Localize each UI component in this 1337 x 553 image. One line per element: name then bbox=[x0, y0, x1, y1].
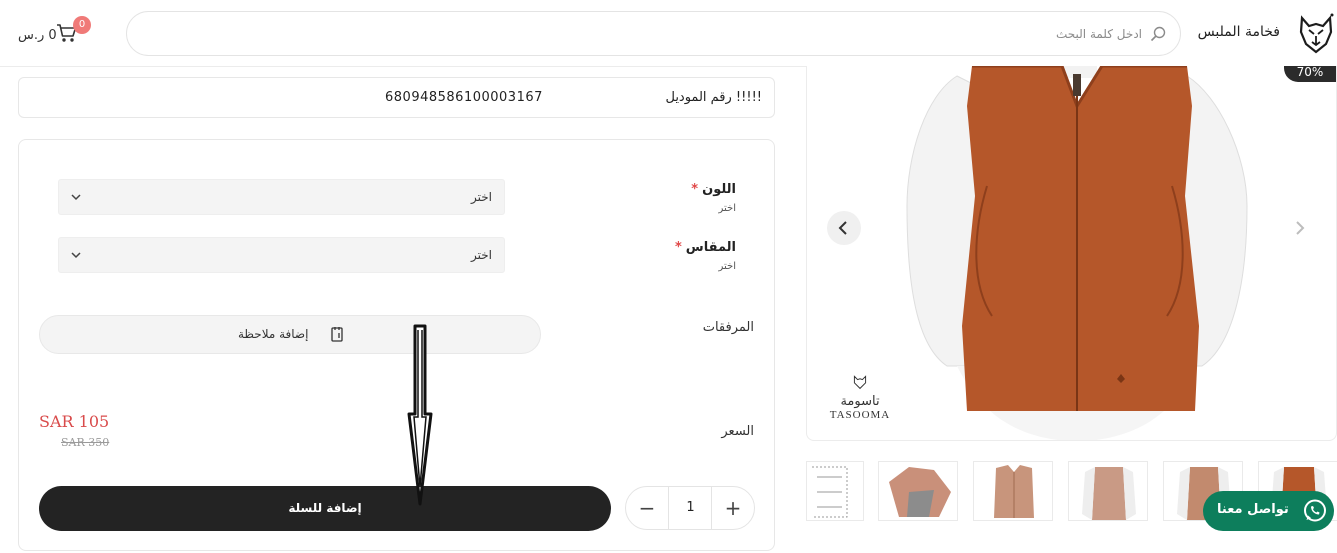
thumbnail-image bbox=[1069, 462, 1147, 520]
color-select-value: اختر bbox=[471, 190, 492, 204]
color-select[interactable]: اختر bbox=[58, 179, 505, 215]
search-icon[interactable] bbox=[1150, 26, 1166, 42]
chevron-right-icon bbox=[1296, 221, 1305, 235]
required-mark: * bbox=[674, 240, 682, 255]
add-note-button[interactable]: إضافة ملاحظة bbox=[39, 315, 541, 354]
quantity-stepper[interactable]: − 1 + bbox=[625, 486, 755, 530]
model-number-row: !!!!! رقم الموديل 680948586100003167 bbox=[18, 77, 775, 118]
model-number-value: 680948586100003167 bbox=[385, 90, 543, 105]
search-bar[interactable] bbox=[126, 11, 1181, 56]
quantity-increase-button[interactable]: + bbox=[711, 487, 754, 529]
attachments-label: المرفقات bbox=[702, 320, 754, 335]
cart-count-badge: 0 bbox=[73, 16, 91, 34]
watermark-arabic: تاسومة bbox=[840, 394, 880, 409]
color-label: اللون* bbox=[691, 182, 736, 197]
gallery-prev-button[interactable] bbox=[827, 211, 861, 245]
product-options-card: اللون* اختر اختر المقاس* اختر اختر المرف… bbox=[18, 139, 775, 551]
size-label: المقاس* bbox=[674, 240, 736, 255]
brand-name[interactable]: فخامة الملبس bbox=[1198, 24, 1280, 40]
chevron-left-icon bbox=[838, 221, 847, 235]
add-to-cart-button[interactable]: إضافة للسلة bbox=[39, 486, 611, 531]
watermark-english: TASOOMA bbox=[829, 409, 891, 421]
thumbnail-image bbox=[879, 462, 957, 520]
whatsapp-label: تواصل معنا bbox=[1217, 502, 1289, 517]
thumbnail-image bbox=[974, 462, 1052, 520]
chevron-down-icon bbox=[71, 194, 81, 201]
thumbnail[interactable] bbox=[878, 461, 958, 521]
whatsapp-icon bbox=[1304, 499, 1326, 522]
required-mark: * bbox=[691, 182, 699, 197]
whatsapp-contact-button[interactable]: تواصل معنا bbox=[1203, 491, 1334, 531]
brand-watermark: تاسومة TASOOMA bbox=[827, 374, 893, 421]
search-input[interactable] bbox=[542, 23, 1142, 45]
price-label: السعر bbox=[721, 424, 754, 439]
discount-badge: 70% bbox=[1284, 66, 1336, 82]
wolf-logo-icon[interactable] bbox=[1298, 12, 1334, 54]
wolf-watermark-icon bbox=[853, 375, 867, 390]
size-sublabel: اختر bbox=[718, 261, 737, 272]
cart-total: 0 ر.س bbox=[18, 28, 57, 43]
thumbnail-image bbox=[807, 462, 863, 520]
thumbnail[interactable] bbox=[973, 461, 1053, 521]
size-select-value: اختر bbox=[471, 248, 492, 262]
size-select[interactable]: اختر bbox=[58, 237, 505, 273]
chevron-down-icon bbox=[71, 252, 81, 259]
quantity-value[interactable]: 1 bbox=[669, 487, 712, 529]
site-header: فخامة الملبس 0 ر.س 0 bbox=[0, 0, 1337, 67]
note-icon bbox=[331, 327, 343, 342]
thumbnail[interactable] bbox=[1068, 461, 1148, 521]
product-image-gallery[interactable]: 70% تاسومة TASOOMA bbox=[806, 66, 1337, 441]
gallery-next-button[interactable] bbox=[1282, 211, 1316, 245]
original-price: SAR 350 bbox=[61, 436, 110, 449]
add-note-label: إضافة ملاحظة bbox=[238, 327, 309, 341]
model-number-label: !!!!! رقم الموديل bbox=[665, 90, 762, 105]
quantity-decrease-button[interactable]: − bbox=[626, 487, 669, 529]
thumbnail[interactable] bbox=[806, 461, 864, 521]
cart-button[interactable]: 0 ر.س 0 bbox=[18, 16, 98, 56]
color-sublabel: اختر bbox=[718, 203, 737, 214]
sale-price: SAR 105 bbox=[39, 412, 110, 431]
